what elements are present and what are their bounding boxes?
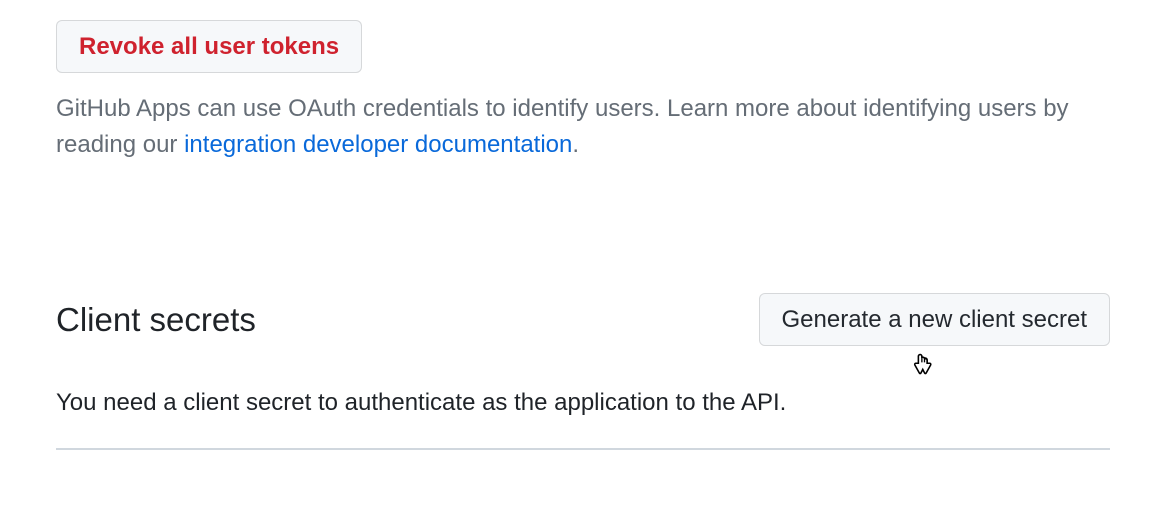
section-header: Client secrets Generate a new client sec…	[56, 293, 1110, 346]
client-secret-helper-text: You need a client secret to authenticate…	[56, 386, 1110, 420]
revoke-tokens-button[interactable]: Revoke all user tokens	[56, 20, 362, 73]
divider	[56, 448, 1110, 450]
revoke-description: GitHub Apps can use OAuth credentials to…	[56, 91, 1110, 163]
client-secrets-heading: Client secrets	[56, 301, 256, 339]
docs-link[interactable]: integration developer documentation	[184, 131, 572, 158]
generate-client-secret-button[interactable]: Generate a new client secret	[759, 293, 1111, 346]
revoke-description-post: .	[572, 131, 579, 158]
client-secrets-section: Client secrets Generate a new client sec…	[56, 293, 1110, 450]
